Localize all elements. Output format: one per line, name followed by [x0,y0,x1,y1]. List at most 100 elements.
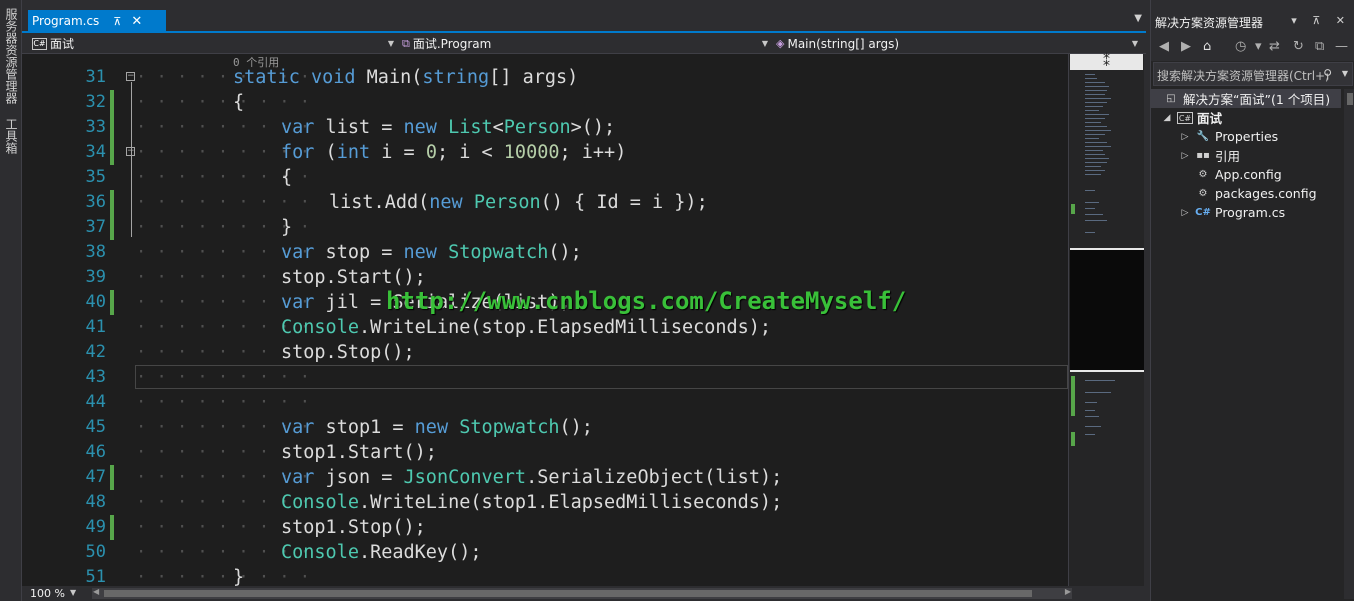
code-line[interactable]: 36 · · · · · · · · · list.Add(new Person()… [22,190,1068,215]
chevron-down-icon[interactable]: ▾ [1255,39,1262,54]
code-line[interactable]: 48 · · · · · · · · · Console.WriteLine(sto… [22,490,1068,515]
scroll-left-icon[interactable]: ◀ [93,587,99,596]
minimap-line [1085,434,1095,435]
member-dropdown[interactable]: ◈ Main(string[] args) ▼ [776,35,1142,52]
tree-item[interactable]: ▷ C# Program.cs [1151,203,1286,222]
code-text: for (int i = 0; i < 10000; i++) [281,142,627,163]
code-line[interactable]: 49 · · · · · · · · · stop1.Stop(); [22,515,1068,540]
collapse-icon[interactable]: − [126,72,135,81]
tree-item[interactable]: ⚙ App.config [1151,165,1282,184]
forward-icon[interactable]: ▶ [1181,39,1191,54]
tree-item[interactable]: ▷ ▪▪ 引用 [1151,146,1240,165]
wrench-icon: 🔧 [1196,130,1210,142]
home-icon[interactable]: ⌂ [1203,39,1211,54]
minimap-line [1085,102,1107,103]
horizontal-scroll-thumb[interactable] [104,590,1032,597]
minimap-line [1085,142,1107,143]
whitespace-dots: · · · · · · · · · [136,92,310,112]
line-number: 49 [85,517,106,537]
solution-icon: ◱ [1166,92,1176,104]
code-line[interactable]: 47 · · · · · · · · · var json = JsonConver… [22,465,1068,490]
code-line[interactable]: 34− · · · · · · · · · for (int i = 0; i < … [22,140,1068,165]
expand-icon[interactable]: ▷ [1179,132,1191,142]
class-dropdown[interactable]: ⧉ 面试.Program ▼ [402,35,772,52]
code-line[interactable]: 46 · · · · · · · · · stop1.Start(); [22,440,1068,465]
code-line[interactable]: 33 · · · · · · · · · var list = new List<P… [22,115,1068,140]
navigation-bar: C# 面试 ▼ ⧉ 面试.Program ▼ ◈ Main(string[] a… [22,33,1146,54]
csharp-file-icon: C# [1195,206,1211,218]
sync-icon[interactable]: ⇄ [1269,39,1280,54]
expand-icon[interactable]: ◢ [1161,113,1173,123]
tree-item-label: 解决方案“面试”(1 个项目) [1183,92,1331,107]
more-icon[interactable]: — [1335,39,1348,54]
pin-icon[interactable]: ⊼ [113,15,121,28]
panel-window-buttons[interactable]: ▾ ⊼ ✕ [1291,14,1351,27]
server-explorer-tab[interactable]: 服务器资源管理器 [3,8,19,104]
line-number: 41 [85,317,106,337]
change-marker [110,515,114,540]
minimap-line [1085,138,1099,139]
code-line[interactable]: 42 · · · · · · · · · stop.Stop(); [22,340,1068,365]
code-line[interactable]: 45 · · · · · · · · · var stop1 = new Stopw… [22,415,1068,440]
search-icon[interactable]: ⚲ [1323,67,1332,81]
tab-program-cs[interactable]: Program.cs ⊼ ✕ [28,10,166,32]
split-handle-icon[interactable]: ⁑ [1070,54,1143,70]
expand-icon[interactable]: ▷ [1179,208,1191,218]
toolbox-tab[interactable]: 工具箱 [3,118,19,154]
class-icon: ⧉ [402,36,410,50]
tree-item[interactable]: ◱ 解决方案“面试”(1 个项目) [1151,89,1341,108]
chevron-down-icon[interactable]: ▼ [1342,69,1348,78]
vertical-scrollbar[interactable] [1344,89,1354,599]
change-marker [110,140,114,165]
solution-search-input[interactable]: 搜索解决方案资源管理器(Ctrl+;) ⚲ ▼ [1153,62,1353,86]
editor-bottom-bar: 100 % ▼ ◀ ▶ [22,586,1146,601]
tree-item[interactable]: ◢ C# 面试 [1151,108,1222,127]
project-dropdown-label: 面试 [50,37,75,51]
tree-item[interactable]: ⚙ packages.config [1151,184,1317,203]
refresh-icon[interactable]: ↻ [1293,39,1304,54]
whitespace-dots: · · · · · · · · · [136,392,310,412]
code-line[interactable]: 37 · · · · · · · · ·} [22,215,1068,240]
code-editor[interactable]: 0 个引用 31− · · · · · · · · · static void Ma… [22,54,1068,586]
code-line[interactable]: 31− · · · · · · · · · static void Main(str… [22,65,1068,90]
project-dropdown[interactable]: C# 面试 ▼ [32,35,398,52]
minimap-line [1085,220,1107,221]
scroll-right-icon[interactable]: ▶ [1065,587,1071,596]
back-icon[interactable]: ◀ [1159,39,1169,54]
csharp-project-icon: C# [1177,111,1193,124]
code-line[interactable]: 51 · · · · · · · · ·} [22,565,1068,586]
collapse-all-icon[interactable]: ⧉ [1315,39,1324,54]
code-line[interactable]: 50 · · · · · · · · · Console.ReadKey(); [22,540,1068,565]
code-line[interactable]: 43 · · · · · · · · · [22,365,1068,390]
expand-icon[interactable]: ▷ [1179,151,1191,161]
line-number: 34 [85,142,106,162]
tab-list-dropdown-icon[interactable]: ▼ [1134,13,1142,24]
collapse-icon[interactable]: − [126,147,135,156]
horizontal-scrollbar[interactable]: ◀ ▶ [92,587,1072,599]
minimap-line [1085,122,1101,123]
minimap-change-marker [1071,376,1075,416]
tree-item[interactable]: ▷ 🔧 Properties [1151,127,1279,146]
chevron-down-icon: ▼ [1131,39,1138,48]
code-line[interactable]: 35 · · · · · · · · ·{ [22,165,1068,190]
config-file-icon: ⚙ [1198,187,1208,199]
code-text: Console.ReadKey(); [281,542,482,563]
vertical-scroll-thumb[interactable] [1347,93,1353,105]
method-icon: ◈ [776,37,785,50]
line-number: 42 [85,342,106,362]
document-tab-strip: Program.cs ⊼ ✕ ▼ [22,0,1146,33]
zoom-level[interactable]: 100 % [30,587,65,600]
code-line[interactable]: 44 · · · · · · · · · [22,390,1068,415]
close-icon[interactable]: ✕ [131,14,142,29]
chevron-down-icon[interactable]: ▼ [70,588,76,597]
code-line[interactable]: 38 · · · · · · · · · var stop = new Stopwa… [22,240,1068,265]
overview-scrollbar[interactable]: ⁑ [1068,54,1144,586]
code-line[interactable]: 41 · · · · · · · · · Console.WriteLine(sto… [22,315,1068,340]
line-number: 48 [85,492,106,512]
minimap-line [1085,86,1109,87]
minimap-viewport[interactable] [1070,248,1144,372]
code-text: var stop = new Stopwatch(); [281,242,582,263]
history-icon[interactable]: ◷ [1235,39,1246,54]
code-line[interactable]: 32 · · · · · · · · ·{ [22,90,1068,115]
minimap-line [1085,208,1095,209]
